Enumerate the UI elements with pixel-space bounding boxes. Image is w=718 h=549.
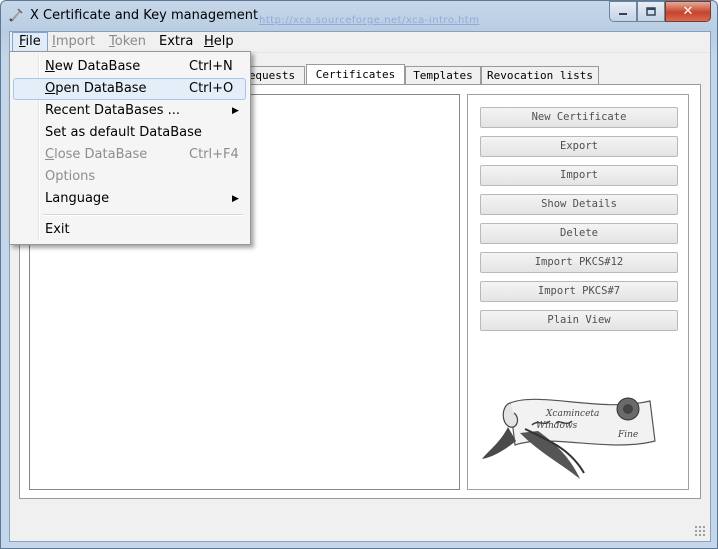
app-window: X Certificate and Key management http://…: [0, 0, 718, 549]
logo-text-line3: Fine: [617, 430, 638, 440]
maximize-button[interactable]: [637, 1, 665, 22]
menu-item-recent-databases[interactable]: Recent DataBases ... ▶: [13, 100, 246, 122]
menu-item-options[interactable]: Options: [13, 166, 246, 188]
close-icon: ✕: [682, 4, 694, 19]
menu-item-new-database[interactable]: New DataBase Ctrl+N: [13, 56, 246, 78]
submenu-arrow-icon: ▶: [232, 194, 239, 204]
menu-token[interactable]: Token: [103, 32, 152, 52]
submenu-arrow-icon: ▶: [232, 106, 239, 116]
close-button[interactable]: ✕: [665, 1, 711, 22]
app-icon: [9, 8, 23, 22]
import-pkcs12-button[interactable]: Import PKCS#12: [480, 252, 678, 273]
status-bar: [10, 515, 710, 541]
menu-item-set-default-database[interactable]: Set as default DataBase: [13, 122, 246, 144]
plain-view-button[interactable]: Plain View: [480, 310, 678, 331]
tab-revocation-lists[interactable]: Revocation lists: [481, 66, 599, 85]
title-bar[interactable]: X Certificate and Key management http://…: [1, 1, 717, 31]
menu-item-close-database[interactable]: Close DataBase Ctrl+F4: [13, 144, 246, 166]
background-link-text: http://xca.sourceforge.net/xca-intro.htm: [259, 15, 480, 26]
resize-grip-icon[interactable]: [694, 525, 706, 537]
menu-import[interactable]: Import: [46, 32, 101, 52]
new-certificate-button[interactable]: New Certificate: [480, 107, 678, 128]
import-button[interactable]: Import: [480, 165, 678, 186]
window-title: X Certificate and Key management: [30, 8, 259, 23]
delete-button[interactable]: Delete: [480, 223, 678, 244]
action-button-panel: New Certificate Export Import Show Detai…: [467, 94, 689, 490]
maximize-icon: [646, 7, 656, 16]
tab-certificates[interactable]: Certificates: [306, 64, 405, 86]
menu-item-exit[interactable]: Exit: [13, 219, 246, 241]
logo-text-line2: Windows: [536, 421, 578, 431]
menu-bar: File Import Token Extra Help: [10, 32, 710, 53]
menu-item-language[interactable]: Language ▶: [13, 188, 246, 210]
import-pkcs7-button[interactable]: Import PKCS#7: [480, 281, 678, 302]
menu-extra[interactable]: Extra: [153, 32, 199, 52]
export-button[interactable]: Export: [480, 136, 678, 157]
show-details-button[interactable]: Show Details: [480, 194, 678, 215]
menu-file[interactable]: File: [12, 32, 48, 52]
logo-text-line1: Xcaminceta: [545, 409, 599, 419]
minimize-icon: [619, 12, 627, 15]
scroll-logo-image: Xcaminceta Windows Fine: [482, 397, 656, 479]
file-menu-dropdown: New DataBase Ctrl+N Open DataBase Ctrl+O…: [9, 51, 251, 245]
menu-help[interactable]: Help: [198, 32, 240, 52]
tab-templates[interactable]: Templates: [405, 66, 481, 85]
menu-separator: [43, 214, 243, 216]
menu-item-open-database[interactable]: Open DataBase Ctrl+O: [13, 78, 246, 100]
minimize-button[interactable]: [609, 1, 637, 22]
